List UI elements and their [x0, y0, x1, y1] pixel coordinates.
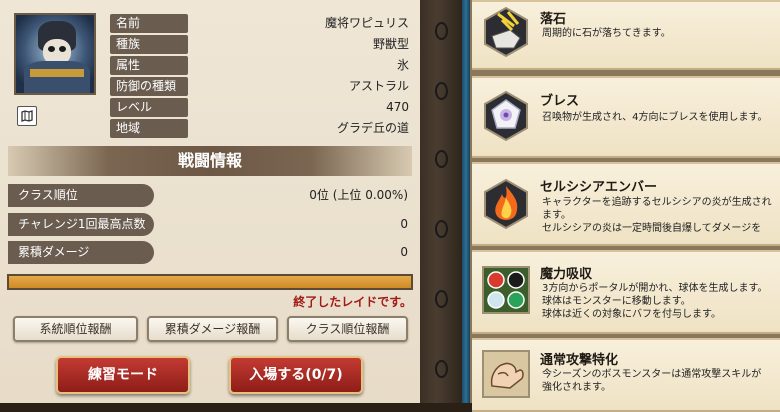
info-value: アストラル [348, 79, 409, 93]
skill-description: 召喚物が生成され、4方向にブレスを使用します。 [542, 111, 778, 124]
fire-ember-icon [480, 178, 532, 230]
book-binding-divider [420, 0, 462, 403]
stat-row-best-score: チャレンジ1回最高点数 0 [8, 213, 412, 236]
binding-ring [435, 150, 448, 168]
attack-boost-icon [480, 348, 532, 400]
skill-desc-line: ます。 [542, 210, 571, 221]
info-row-region: 地域 グラデ丘の道 [110, 119, 412, 138]
skill-description: 周期的に石が落ちてきます。 [542, 27, 778, 40]
skill-title: ブレス [540, 94, 580, 109]
binding-ring [435, 360, 448, 378]
info-label: 種族 [110, 35, 188, 54]
skill-desc-line: セルシシアの炎は一定時間後自爆してダメージを [542, 223, 762, 234]
info-value: 野獣型 [372, 37, 409, 51]
skill-title: 通常攻撃特化 [540, 353, 619, 368]
stat-value: 0 [400, 245, 408, 259]
skill-list-scrollbar[interactable] [462, 0, 470, 403]
skill-title: セルシシアエンバー [540, 180, 658, 195]
skill-list: 落石 周期的に石が落ちてきます。 ブレス 召喚物が生成され、4方向にブレスを使用… [470, 0, 780, 412]
binding-ring [435, 82, 448, 100]
info-value: 470 [386, 100, 409, 114]
skill-card: 落石 周期的に石が落ちてきます。 [472, 0, 780, 70]
practice-mode-button[interactable]: 練習モード [56, 356, 190, 394]
falling-rock-icon [480, 6, 532, 58]
stat-value: 0 [400, 217, 408, 231]
stat-row-total-damage: 累積ダメージ 0 [8, 241, 412, 264]
info-value: 魔将ワピュリス [324, 16, 409, 30]
portrait-eye [59, 46, 66, 52]
info-value: 氷 [396, 58, 409, 72]
raid-status-text: 終了したレイドです。 [293, 295, 412, 309]
portrait-body [24, 61, 90, 93]
stat-label: クラス順位 [8, 184, 154, 207]
skill-card: 魔力吸収 3方向からポータルが開かれ、球体を生成します。 球体はモンスターに移動… [472, 250, 780, 334]
info-row-defense: 防御の種類 アストラル [110, 77, 412, 96]
lineage-rank-reward-button[interactable]: 系統順位報酬 [13, 316, 138, 342]
skill-card: セルシシアエンバー キャラクターを追跡するセルシシアの炎が生成され ます。 セル… [472, 162, 780, 246]
info-value: グラデ丘の道 [336, 121, 409, 135]
skill-desc-line: 周期的に石が落ちてきます。 [542, 28, 671, 39]
breath-icon [480, 90, 532, 142]
info-label: 名前 [110, 14, 188, 33]
raid-info-panel: 名前 魔将ワピュリス 種族 野獣型 属性 氷 防御の種類 アストラル レベル 4… [0, 0, 420, 403]
monster-portrait [14, 13, 96, 95]
info-row-level: レベル 470 [110, 98, 412, 117]
stat-value: 0位 (上位 0.00%) [309, 188, 408, 202]
battle-info-header: 戦闘情報 [8, 146, 412, 176]
total-damage-reward-button[interactable]: 累積ダメージ報酬 [147, 316, 278, 342]
portrait-eye [48, 46, 55, 52]
skill-desc-line: 3方向からポータルが開かれ、球体を生成します。 [542, 283, 768, 294]
stat-label: 累積ダメージ [8, 241, 154, 264]
map-glyph [21, 110, 33, 122]
skill-desc-line: 今シーズンのボスモンスターは通常攻撃スキルが [542, 369, 762, 380]
info-label: 防御の種類 [110, 77, 188, 96]
binding-ring [435, 22, 448, 40]
mana-absorb-icon [480, 264, 532, 316]
info-label: 地域 [110, 119, 188, 138]
info-row-name: 名前 魔将ワピュリス [110, 14, 412, 33]
skill-title: 落石 [540, 12, 567, 27]
portrait-ornament [30, 69, 84, 77]
skill-card: 通常攻撃特化 今シーズンのボスモンスターは通常攻撃スキルが 強化されます。 [472, 338, 780, 412]
skill-title: 魔力吸収 [540, 267, 593, 282]
stat-label: チャレンジ1回最高点数 [8, 213, 154, 236]
skill-desc-line: 球体はモンスターに移動します。 [542, 296, 691, 307]
skill-description: キャラクターを追跡するセルシシアの炎が生成され ます。 セルシシアの炎は一定時間… [542, 196, 778, 241]
enter-raid-button[interactable]: 入場する(0/7) [229, 356, 363, 394]
class-rank-reward-button[interactable]: クラス順位報酬 [287, 316, 408, 342]
skill-description: 今シーズンのボスモンスターは通常攻撃スキルが 強化されます。 [542, 368, 778, 394]
binding-ring [435, 220, 448, 238]
skill-desc-line: 召喚物が生成され、4方向にブレスを使用します。 [542, 112, 768, 123]
skill-desc-line: 球体は近くの対象にバフを付与します。 [542, 309, 721, 320]
info-row-race: 種族 野獣型 [110, 35, 412, 54]
info-label: 属性 [110, 56, 188, 75]
info-label: レベル [110, 98, 188, 117]
skill-desc-line: キャラクターを追跡するセルシシアの炎が生成され [542, 197, 772, 208]
info-row-attribute: 属性 氷 [110, 56, 412, 75]
stat-row-class-rank: クラス順位 0位 (上位 0.00%) [8, 184, 412, 207]
skill-description: 3方向からポータルが開かれ、球体を生成します。 球体はモンスターに移動します。 … [542, 282, 778, 327]
raid-progress-fill [9, 276, 411, 288]
map-icon[interactable] [17, 106, 37, 126]
binding-ring [435, 290, 448, 308]
raid-progress-bar [7, 274, 413, 290]
skill-desc-line: 強化されます。 [542, 382, 611, 393]
skill-card: ブレス 召喚物が生成され、4方向にブレスを使用します。 [472, 76, 780, 158]
